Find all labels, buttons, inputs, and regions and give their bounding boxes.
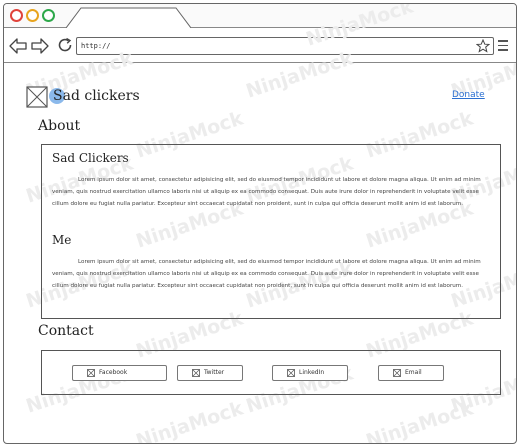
- sad-clickers-heading: Sad Clickers: [52, 151, 129, 165]
- linkedin-button-label: LinkedIn: [299, 369, 325, 376]
- browser-window: http:// NinjaMock NinjaMock NinjaMock Ni…: [3, 3, 517, 444]
- forward-arrow-icon[interactable]: [31, 38, 49, 54]
- about-panel: Sad Clickers Lorem ipsum dolor sit amet,…: [41, 144, 501, 319]
- page-content: Sad clickers Donate About Sad Clickers L…: [4, 64, 516, 443]
- donate-link[interactable]: Donate: [452, 90, 485, 100]
- browser-tab[interactable]: [66, 7, 191, 28]
- image-placeholder-icon: [393, 369, 401, 377]
- contact-panel: Facebook Twitter LinkedIn Email: [41, 350, 501, 395]
- close-window-button[interactable]: [10, 9, 23, 22]
- email-button-label: Email: [405, 369, 422, 376]
- image-placeholder-icon: [87, 369, 95, 377]
- image-placeholder-icon: [192, 369, 200, 377]
- twitter-button-label: Twitter: [204, 369, 225, 376]
- facebook-button-label: Facebook: [99, 369, 128, 376]
- bookmark-star-icon[interactable]: [476, 39, 490, 53]
- me-heading: Me: [52, 233, 72, 247]
- browser-toolbar: http://: [4, 29, 516, 63]
- minimize-window-button[interactable]: [26, 9, 39, 22]
- image-placeholder-icon: [287, 369, 295, 377]
- linkedin-button[interactable]: LinkedIn: [272, 365, 348, 381]
- email-button[interactable]: Email: [378, 365, 444, 381]
- address-bar[interactable]: http://: [76, 37, 494, 55]
- site-title: Sad clickers: [53, 88, 140, 104]
- logo-image-placeholder-icon: [26, 86, 48, 108]
- me-paragraph: Lorem ipsum dolor sit amet, consectetur …: [52, 259, 481, 289]
- maximize-window-button[interactable]: [42, 9, 55, 22]
- hamburger-menu-icon[interactable]: [498, 40, 508, 52]
- title-bar: [4, 4, 516, 28]
- contact-heading: Contact: [38, 323, 94, 339]
- url-text: http://: [81, 42, 111, 50]
- reload-icon[interactable]: [56, 36, 74, 54]
- facebook-button[interactable]: Facebook: [72, 365, 167, 381]
- twitter-button[interactable]: Twitter: [177, 365, 243, 381]
- sad-clickers-paragraph: Lorem ipsum dolor sit amet, consectetur …: [52, 177, 481, 207]
- back-arrow-icon[interactable]: [9, 38, 27, 54]
- about-heading: About: [38, 118, 81, 134]
